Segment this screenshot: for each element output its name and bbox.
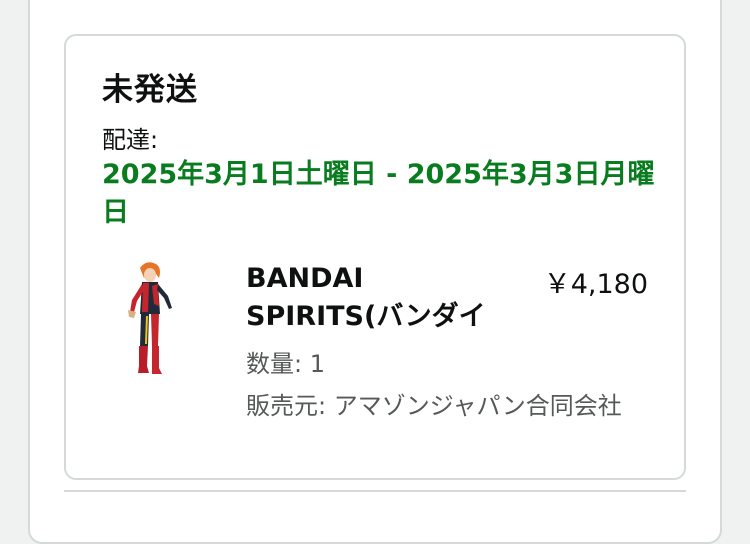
shipment-card: 未発送 配達: 2025年3月1日土曜日 - 2025年3月3日月曜日 BAND… xyxy=(64,34,686,480)
product-image[interactable] xyxy=(126,260,182,378)
product-quantity: 数量: 1 xyxy=(246,350,325,378)
section-divider xyxy=(64,490,686,492)
product-price: ￥4,180 xyxy=(543,269,648,300)
figure-icon xyxy=(128,262,172,374)
delivery-date-range: 2025年3月1日土曜日 - 2025年3月3日月曜日 xyxy=(102,159,655,228)
product-title[interactable]: BANDAI SPIRITS(バンダイ xyxy=(246,260,516,336)
shipment-status: 未発送 xyxy=(102,72,198,108)
delivery-label: 配達: xyxy=(102,126,159,154)
product-seller: 販売元: アマゾンジャパン合同会社 xyxy=(246,392,622,420)
